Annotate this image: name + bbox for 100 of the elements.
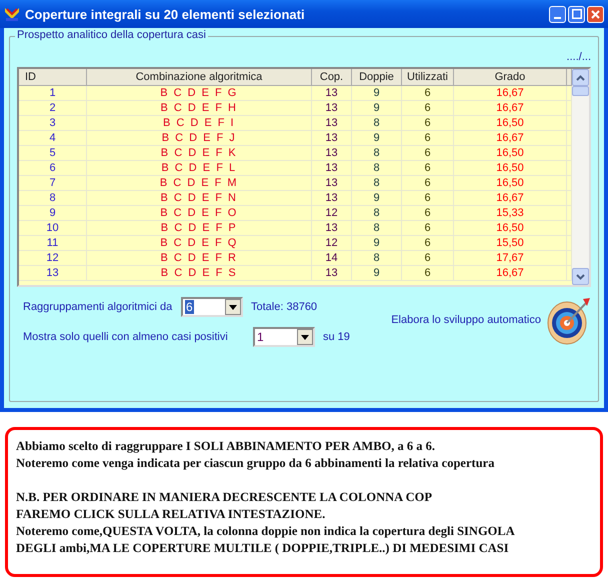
caret-up-icon: [576, 74, 585, 80]
table-cell: 6: [402, 251, 454, 266]
table-cell: 13: [312, 161, 352, 176]
minimize-button[interactable]: [549, 6, 566, 22]
app-icon: [4, 6, 20, 22]
table-cell: 8: [352, 176, 402, 191]
table-cell: 16,50: [454, 146, 567, 161]
table-cell: B C D E F K: [87, 146, 312, 161]
table-cell: 13: [312, 131, 352, 146]
table-cell: B C D E F G: [87, 86, 312, 101]
table-cell: 16,50: [454, 116, 567, 131]
maximize-button[interactable]: [568, 6, 585, 22]
minimize-icon: [554, 16, 561, 18]
close-icon: [591, 10, 600, 18]
table-cell: 9: [352, 101, 402, 116]
table-cell: 6: [402, 161, 454, 176]
dropdown[interactable]: 6: [181, 297, 243, 317]
column-header[interactable]: Combinazione algoritmica: [87, 69, 312, 86]
table-cell: 13: [312, 221, 352, 236]
note-text: Noteremo come,QUESTA VOLTA, la colonna doppie non indica la copertura degli SINGOLA: [16, 523, 516, 540]
table-cell: 16,67: [454, 191, 567, 206]
table-cell: 16,50: [454, 176, 567, 191]
table-cell: 15,33: [454, 206, 567, 221]
note-text: FAREMO CLICK SULLA RELATIVA INTESTAZIONE.: [16, 506, 326, 523]
table-cell: 9: [19, 206, 87, 221]
action-label: Elabora lo sviluppo automatico: [391, 314, 541, 326]
table-cell: B C D E F I: [87, 116, 312, 131]
page-indicator: ..../...: [566, 51, 591, 65]
table-cell: B C D E F Q: [87, 236, 312, 251]
table-cell: 15,50: [454, 236, 567, 251]
table-cell: 6: [402, 146, 454, 161]
table-cell: 6: [402, 176, 454, 191]
column-header[interactable]: Doppie: [352, 69, 402, 86]
table-cell: 6: [402, 116, 454, 131]
column-header[interactable]: Cop.: [312, 69, 352, 86]
column-header[interactable]: ID: [19, 69, 87, 86]
table-cell: 12: [312, 206, 352, 221]
table-cell: 3: [19, 116, 87, 131]
table-cell: 13: [312, 146, 352, 161]
table-cell: 9: [352, 236, 402, 251]
table-cell: 9: [352, 266, 402, 281]
table-cell: B C D E F O: [87, 206, 312, 221]
table-cell: 13: [19, 266, 87, 281]
table-cell: 6: [402, 191, 454, 206]
table-cell: 13: [312, 86, 352, 101]
table-cell: 1: [19, 86, 87, 101]
field-suffix: su 19: [323, 331, 350, 343]
table-cell: 5: [19, 146, 87, 161]
table-cell: 16,50: [454, 161, 567, 176]
table-cell: B C D E F P: [87, 221, 312, 236]
table-cell: 16,67: [454, 86, 567, 101]
table-cell: 8: [352, 221, 402, 236]
dropdown[interactable]: 1: [253, 327, 315, 347]
table-cell: 4: [19, 131, 87, 146]
table-cell: 10: [19, 221, 87, 236]
column-header[interactable]: Grado: [454, 69, 567, 86]
table-cell: 6: [402, 236, 454, 251]
scrollbar[interactable]: [572, 69, 589, 285]
table-cell: 7: [19, 176, 87, 191]
total-label: Totale: 38760: [251, 301, 318, 313]
table-cell: 8: [352, 116, 402, 131]
table-cell: 6: [402, 206, 454, 221]
close-button[interactable]: [587, 6, 604, 22]
table-cell: 2: [19, 101, 87, 116]
scroll-down-button[interactable]: [572, 268, 589, 285]
table-cell: 6: [19, 161, 87, 176]
table-cell: 13: [312, 191, 352, 206]
scroll-up-button[interactable]: [572, 69, 589, 86]
table-cell: B C D E F M: [87, 176, 312, 191]
note-text: DEGLI ambi,MA LE COPERTURE MULTILE ( DOPPIE,TRIPLE..) DI MEDESIMI CASI: [16, 540, 510, 557]
table-cell: 9: [352, 86, 402, 101]
table-cell: B C D E F H: [87, 101, 312, 116]
table-cell: 14: [312, 251, 352, 266]
table-cell: 9: [352, 191, 402, 206]
column-header[interactable]: Utilizzati: [402, 69, 454, 86]
note-text: Abbiamo scelto di raggruppare I SOLI ABBINAMENTO PER AMBO, a 6 a 6.: [16, 438, 436, 455]
table-cell: 12: [19, 251, 87, 266]
table-cell: 8: [352, 146, 402, 161]
table-cell: 8: [19, 191, 87, 206]
target-button[interactable]: [547, 295, 591, 345]
field-label: Raggruppamenti algoritmici da: [23, 301, 173, 313]
table-cell: B C D E F R: [87, 251, 312, 266]
table-cell: 6: [402, 266, 454, 281]
field-label: Mostra solo quelli con almeno casi positivi: [23, 331, 229, 343]
note-text: Noteremo come venga indicata per ciascun gruppo da 6 abbinamenti la relativa copertura: [16, 455, 496, 472]
table-cell: B C D E F L: [87, 161, 312, 176]
table-cell: 13: [312, 266, 352, 281]
scroll-thumb[interactable]: [572, 86, 589, 96]
table-cell: 12: [312, 236, 352, 251]
table-cell: 8: [352, 206, 402, 221]
caret-down-icon: [576, 274, 585, 280]
maximize-icon: [572, 9, 582, 19]
table-cell: 6: [402, 101, 454, 116]
note-text: N.B. PER ORDINARE IN MANIERA DECRESCENTE LA COLONNA COP: [16, 489, 434, 506]
table-cell: 9: [352, 131, 402, 146]
table-cell: 6: [402, 221, 454, 236]
table-cell: 8: [352, 161, 402, 176]
table-cell: 16,67: [454, 266, 567, 281]
table-cell: 11: [19, 236, 87, 251]
table-cell: 13: [312, 176, 352, 191]
